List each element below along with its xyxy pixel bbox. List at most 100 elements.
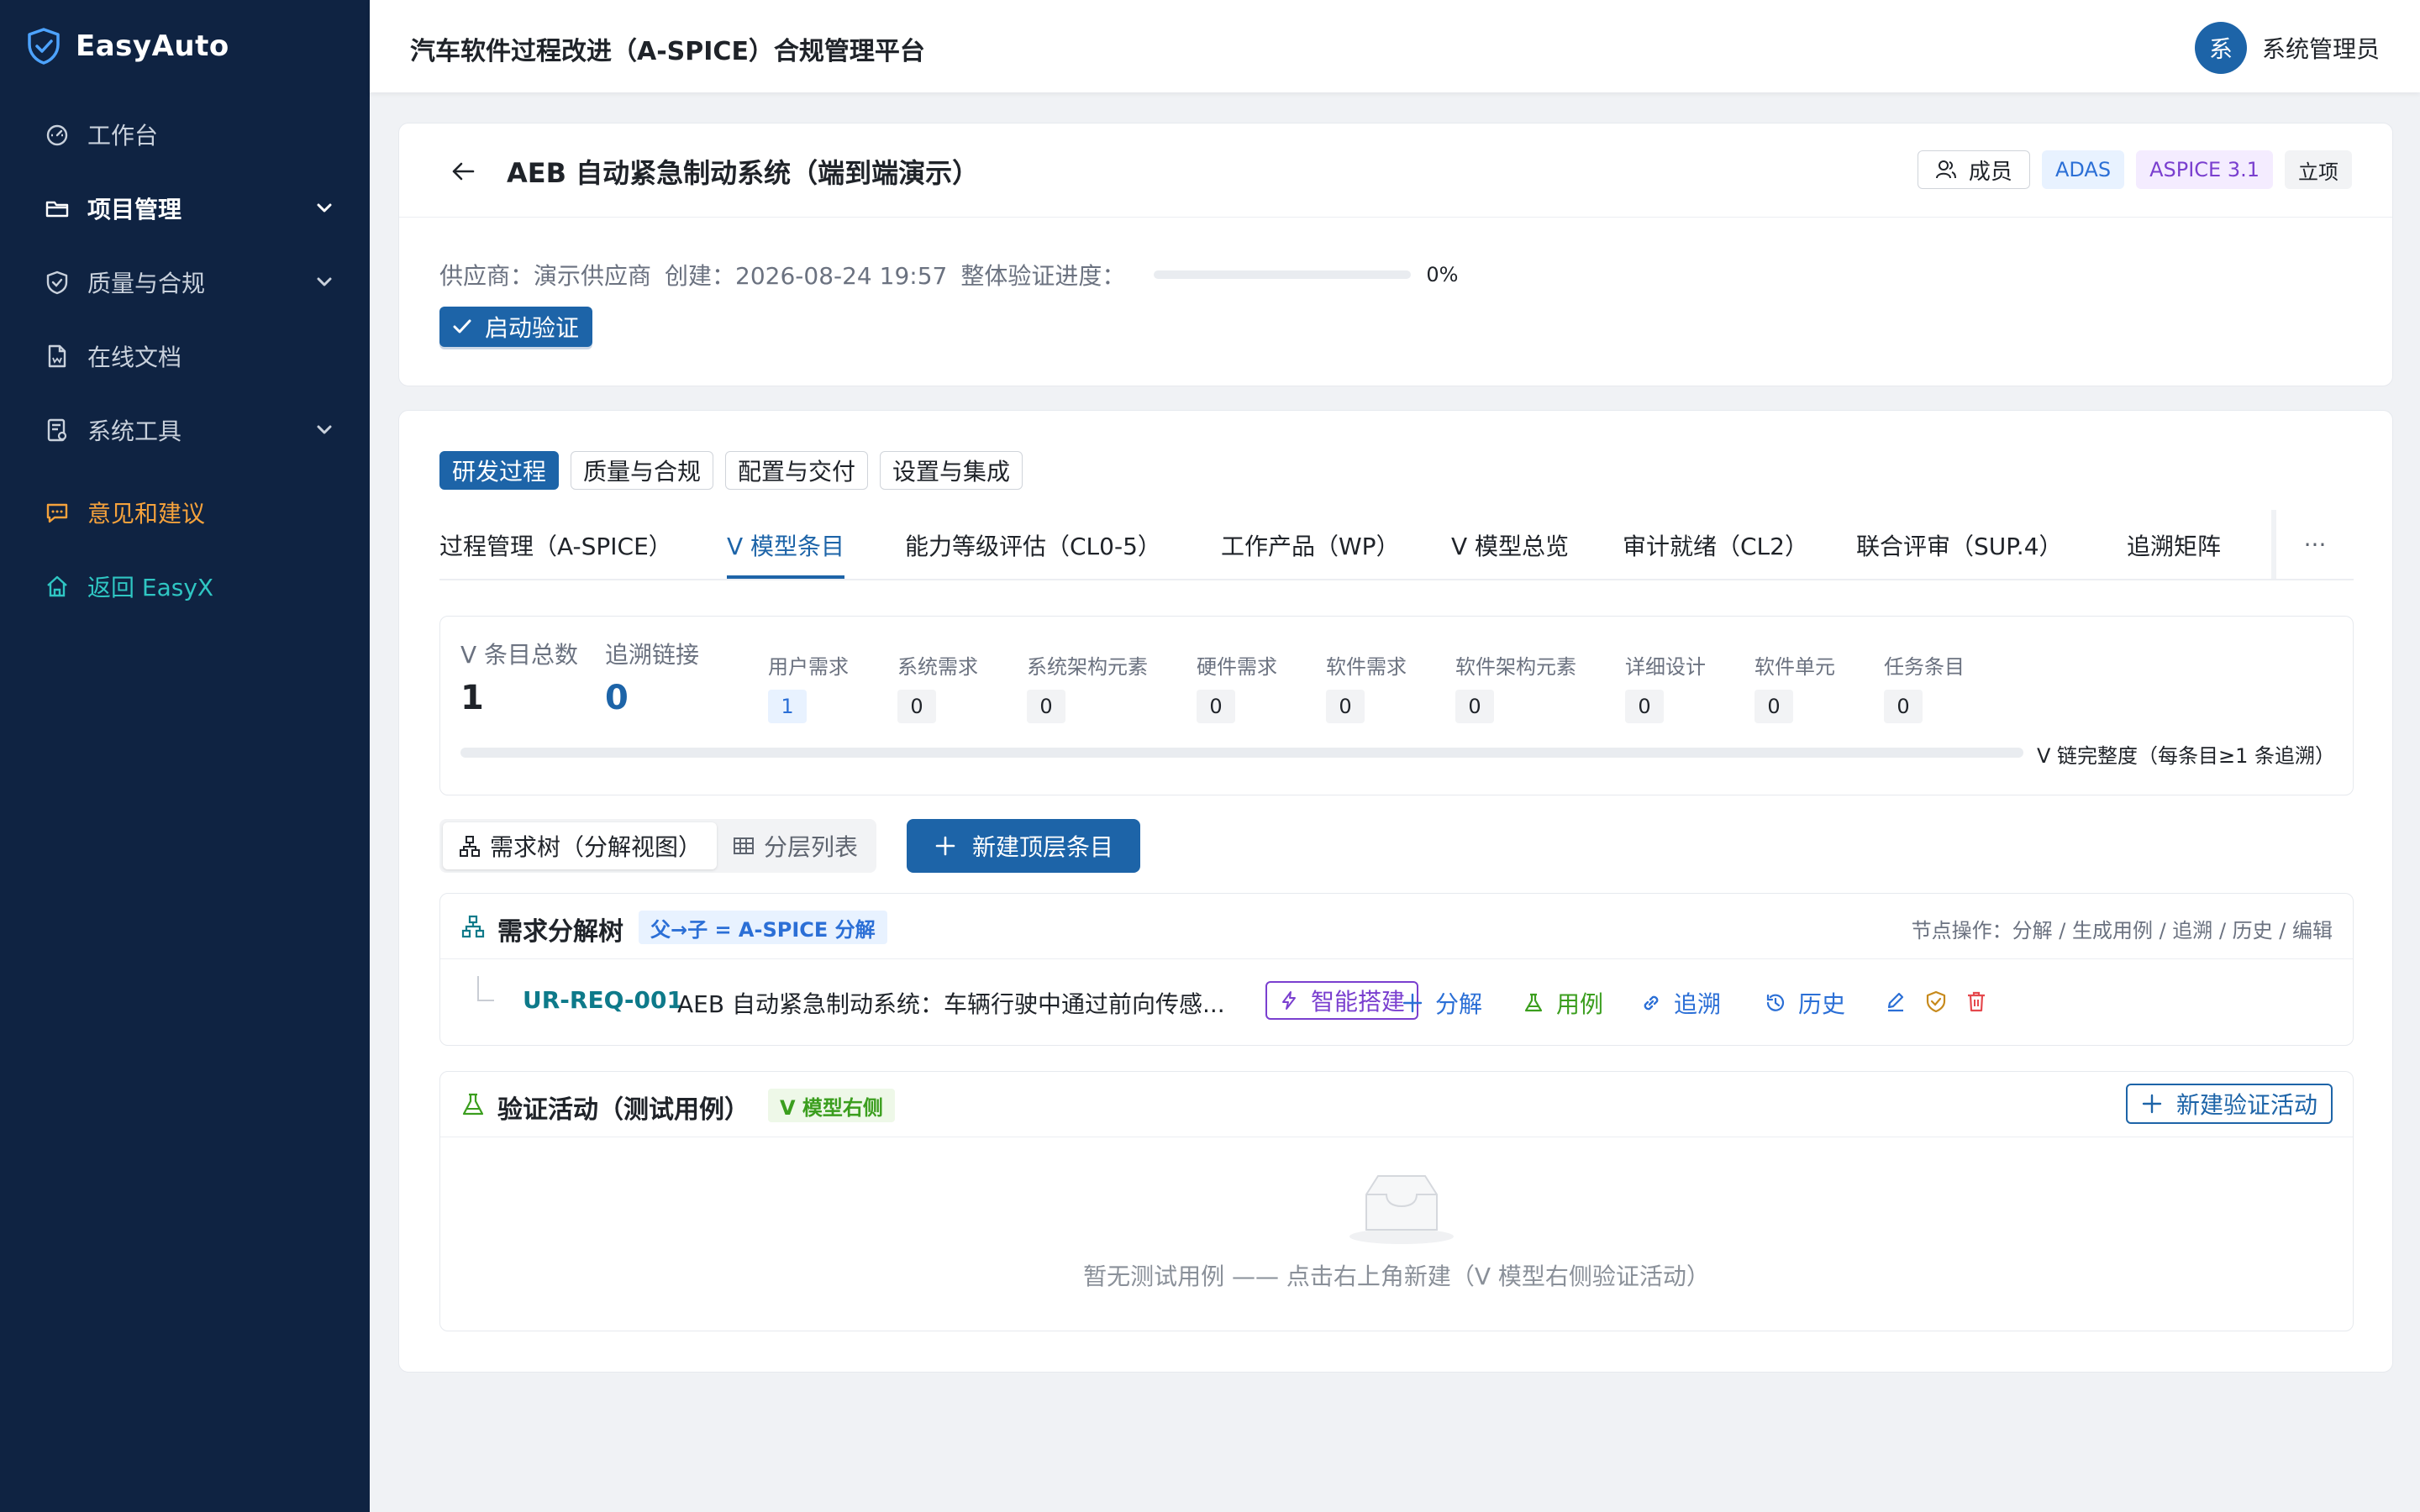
group-tab-config-delivery[interactable]: 配置与交付 bbox=[725, 451, 869, 490]
smart-build-label: 智能搭建 bbox=[1311, 988, 1406, 1016]
sidebar-item-projects[interactable]: 项目管理 bbox=[0, 175, 370, 242]
stat-hardware-requirements: 硬件需求 0 bbox=[1197, 650, 1277, 723]
history-button[interactable]: 历史 bbox=[1765, 986, 1845, 1020]
history-icon bbox=[1766, 994, 1785, 1011]
decompose-button[interactable]: 分解 bbox=[1402, 986, 1482, 1020]
stat-value: 0 bbox=[1884, 690, 1923, 723]
stat-value: 0 bbox=[1455, 690, 1494, 723]
trace-label: 追溯 bbox=[1674, 990, 1722, 1018]
delete-icon[interactable] bbox=[1965, 990, 1988, 1013]
stat-label: 软件需求 bbox=[1326, 655, 1407, 679]
members-label: 成员 bbox=[1968, 159, 2012, 185]
sidebar-item-back-easyx[interactable]: 返回 EasyX bbox=[0, 553, 370, 620]
stat-value: 0 bbox=[605, 679, 629, 717]
stat-value: 0 bbox=[1197, 690, 1235, 723]
sidebar-item-label: 工作台 bbox=[87, 122, 159, 150]
group-tab-quality[interactable]: 质量与合规 bbox=[571, 451, 714, 490]
group-tab-settings[interactable]: 设置与集成 bbox=[880, 451, 1023, 490]
start-verification-button[interactable]: 启动验证 bbox=[439, 307, 593, 347]
sidebar-item-feedback[interactable]: 意见和建议 bbox=[0, 479, 370, 546]
sidebar-item-docs[interactable]: 在线文档 bbox=[0, 323, 370, 390]
requirement-tree-panel: 需求分解树 父→子 = A-SPICE 分解 节点操作：分解 / 生成用例 / … bbox=[439, 893, 2354, 1046]
edit-icon[interactable] bbox=[1884, 990, 1907, 1013]
members-icon bbox=[1935, 160, 1956, 179]
chevron-down-icon[interactable] bbox=[313, 197, 336, 220]
tools-icon bbox=[44, 417, 71, 444]
plus-icon bbox=[2142, 1094, 2162, 1114]
tree-icon bbox=[460, 836, 480, 857]
new-verification-label: 新建验证活动 bbox=[2175, 1091, 2317, 1119]
new-top-item-button[interactable]: 新建顶层条目 bbox=[907, 819, 1141, 873]
project-tags: 成员 ADAS ASPICE 3.1 立项 bbox=[1917, 150, 2352, 189]
sidebar-item-label: 项目管理 bbox=[87, 196, 182, 223]
tab-work-products[interactable]: 工作产品（WP） bbox=[1221, 528, 1400, 562]
tab-process-management[interactable]: 过程管理（A-SPICE） bbox=[439, 528, 672, 562]
sidebar-item-quality[interactable]: 质量与合规 bbox=[0, 249, 370, 316]
tag-adas: ADAS bbox=[2041, 150, 2125, 189]
user-menu[interactable]: 系 系统管理员 bbox=[2194, 22, 2380, 74]
new-verification-button[interactable]: 新建验证活动 bbox=[2125, 1084, 2333, 1124]
brand-shield-icon bbox=[28, 28, 60, 65]
node-operations-hint: 节点操作：分解 / 生成用例 / 追溯 / 历史 / 编辑 bbox=[1911, 919, 2333, 942]
group-tabs: 研发过程 质量与合规 配置与交付 设置与集成 bbox=[439, 451, 1023, 490]
stat-user-requirements: 用户需求 1 bbox=[768, 650, 849, 723]
user-name[interactable]: 系统管理员 bbox=[2262, 31, 2380, 65]
sidebar-item-tools[interactable]: 系统工具 bbox=[0, 396, 370, 464]
avatar[interactable]: 系 bbox=[2194, 22, 2247, 74]
stat-detailed-design: 详细设计 0 bbox=[1625, 650, 1706, 723]
chevron-down-icon[interactable] bbox=[313, 418, 336, 442]
page-title: AEB 自动紧急制动系统（端到端演示） bbox=[507, 157, 980, 189]
stat-value: 0 bbox=[1027, 690, 1065, 723]
flask-icon bbox=[1524, 993, 1543, 1012]
tab-audit-ready[interactable]: 审计就绪（CL2） bbox=[1623, 528, 1808, 562]
tab-joint-review[interactable]: 联合评审（SUP.4） bbox=[1856, 528, 2063, 562]
view-list-button[interactable]: 分层列表 bbox=[717, 822, 873, 869]
project-header: AEB 自动紧急制动系统（端到端演示） 成员 ADAS ASPICE 3.1 立… bbox=[399, 123, 2392, 218]
tab-capability-assessment[interactable]: 能力等级评估（CL0-5） bbox=[905, 528, 1161, 562]
verification-progress-bar bbox=[1154, 270, 1412, 279]
tree-branch-line bbox=[477, 976, 494, 1001]
decompose-label: 分解 bbox=[1435, 990, 1483, 1018]
sidebar-item-dashboard[interactable]: 工作台 bbox=[0, 101, 370, 168]
tag-status: 立项 bbox=[2285, 150, 2352, 189]
view-list-label: 分层列表 bbox=[764, 833, 859, 861]
brand[interactable]: EasyAuto bbox=[0, 0, 370, 92]
stat-software-requirements: 软件需求 0 bbox=[1326, 650, 1407, 723]
more-tabs-button[interactable]: ··· bbox=[2271, 510, 2354, 579]
shield-check-icon[interactable] bbox=[1924, 990, 1948, 1013]
sub-tabs: 过程管理（A-SPICE） V 模型条目 能力等级评估（CL0-5） 工作产品（… bbox=[439, 510, 2354, 580]
chevron-down-icon[interactable] bbox=[313, 270, 336, 294]
smart-build-button[interactable]: 智能搭建 bbox=[1265, 981, 1419, 1020]
stat-value: 0 bbox=[1754, 690, 1793, 723]
tree-node-row[interactable]: UR-REQ-001 AEB 自动紧急制动系统：车辆行驶中通过前向传感... 智… bbox=[440, 959, 2353, 1047]
stat-label: 硬件需求 bbox=[1197, 655, 1277, 679]
stat-label: V 条目总数 bbox=[460, 641, 579, 669]
view-tree-button[interactable]: 需求树（分解视图） bbox=[443, 822, 718, 869]
v-chain-label: V 链完整度（每条目≥1 条追溯） bbox=[2037, 744, 2336, 768]
folder-icon bbox=[44, 195, 71, 222]
stat-label: 软件单元 bbox=[1754, 655, 1835, 679]
progress-label: 整体验证进度： bbox=[960, 262, 1126, 290]
tag-aspice: ASPICE 3.1 bbox=[2136, 150, 2273, 189]
verification-panel-title: 验证活动（测试用例） bbox=[497, 1095, 750, 1125]
v-model-right-tag: V 模型右侧 bbox=[768, 1089, 895, 1122]
tree-panel-header: 需求分解树 父→子 = A-SPICE 分解 节点操作：分解 / 生成用例 / … bbox=[440, 894, 2353, 959]
stat-system-requirements: 系统需求 0 bbox=[897, 650, 978, 723]
group-tab-dev-process[interactable]: 研发过程 bbox=[439, 451, 560, 490]
decomposition-tag: 父→子 = A-SPICE 分解 bbox=[639, 911, 887, 944]
view-tree-label: 需求树（分解视图） bbox=[490, 833, 702, 861]
use-case-button[interactable]: 用例 bbox=[1523, 986, 1603, 1020]
stat-label: 详细设计 bbox=[1625, 655, 1706, 679]
tab-v-model-items[interactable]: V 模型条目 bbox=[727, 528, 844, 562]
stat-label: 软件架构元素 bbox=[1455, 655, 1576, 679]
stat-trace-links: 追溯链接 0 bbox=[605, 637, 699, 717]
tab-trace-matrix[interactable]: 追溯矩阵 bbox=[2127, 528, 2221, 562]
supplier-text: 供应商：演示供应商 bbox=[439, 262, 652, 290]
document-icon bbox=[44, 343, 71, 370]
trace-button[interactable]: 追溯 bbox=[1640, 986, 1721, 1020]
requirement-id-link[interactable]: UR-REQ-001 bbox=[523, 986, 683, 1014]
tab-v-model-overview[interactable]: V 模型总览 bbox=[1451, 528, 1569, 562]
members-button[interactable]: 成员 bbox=[1917, 150, 2030, 189]
stat-value: 1 bbox=[768, 690, 807, 723]
back-arrow-icon[interactable] bbox=[450, 159, 476, 184]
